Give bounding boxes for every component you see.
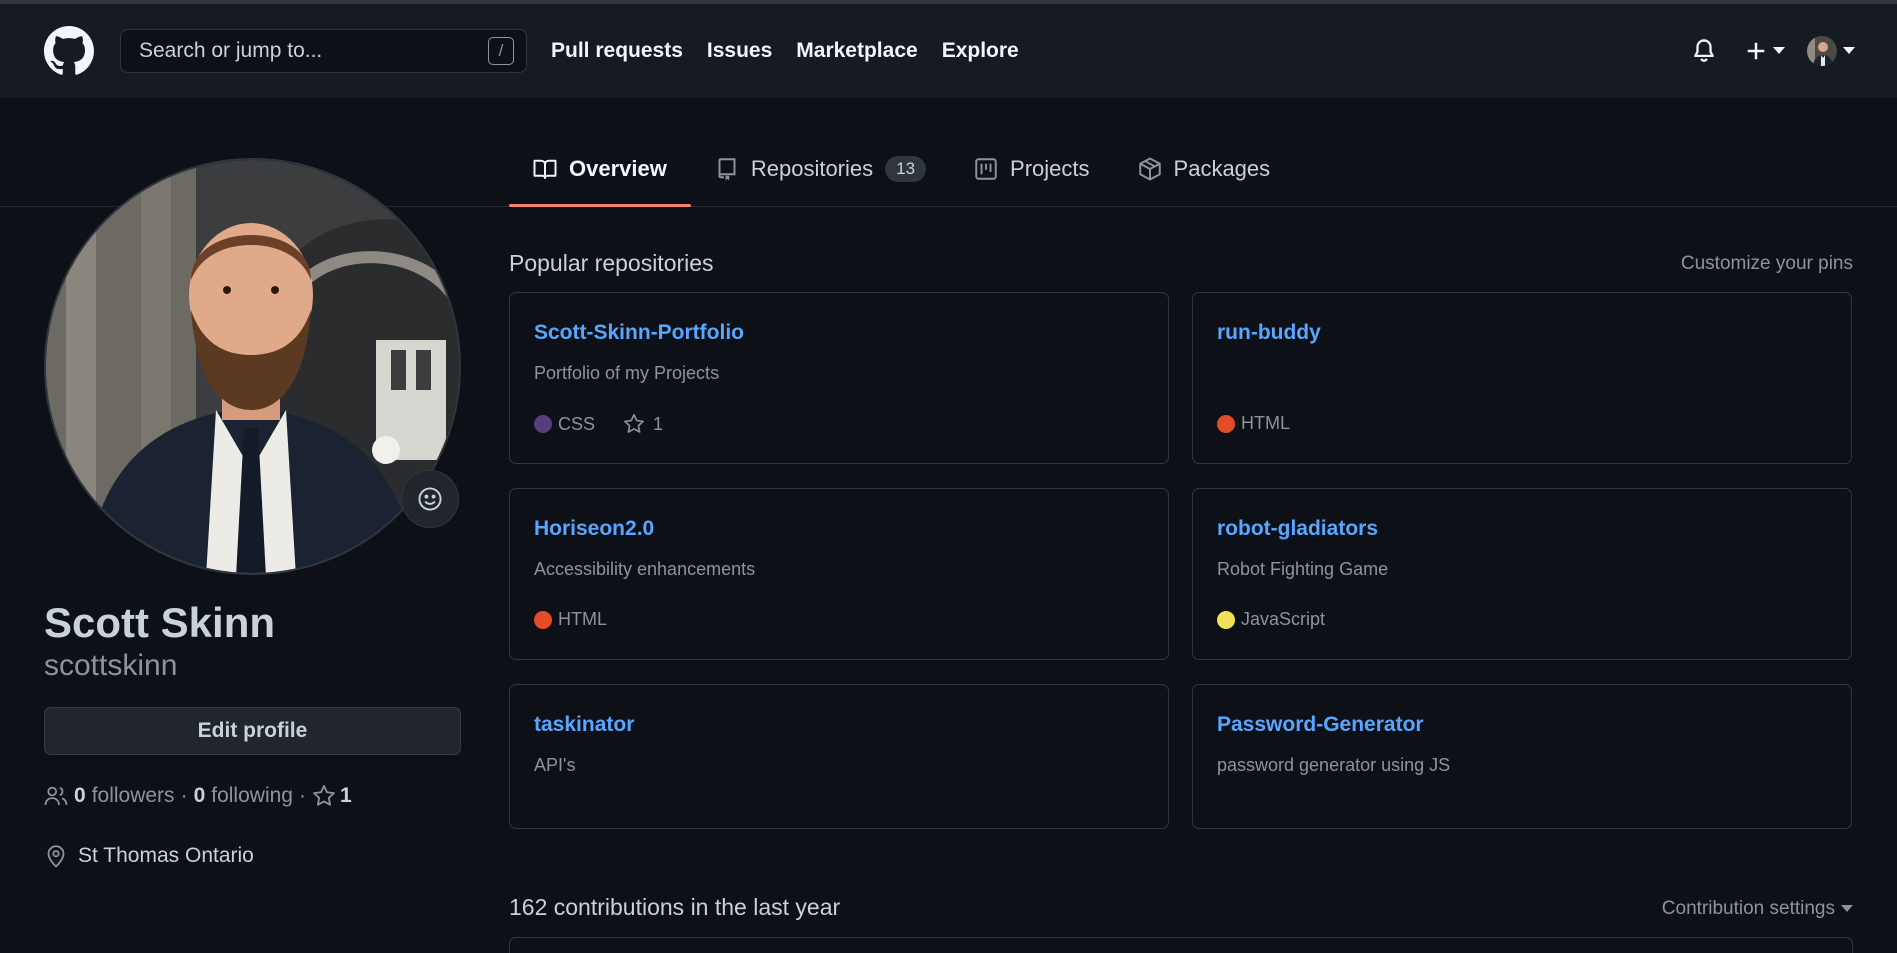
nav-marketplace[interactable]: Marketplace bbox=[796, 39, 917, 63]
stars-count: 1 bbox=[339, 784, 352, 807]
package-icon bbox=[1138, 157, 1161, 180]
location-text: St Thomas Ontario bbox=[78, 844, 254, 867]
repo-description: Portfolio of my Projects bbox=[534, 363, 720, 383]
nav-pull-requests[interactable]: Pull requests bbox=[551, 39, 683, 63]
header-actions bbox=[1691, 4, 1855, 98]
repo-card: Horiseon2.0 Accessibility enhancements H… bbox=[509, 488, 1169, 660]
tab-overview-label: Overview bbox=[569, 155, 667, 181]
repo-meta: CSS 1 bbox=[534, 413, 663, 435]
smiley-icon bbox=[418, 487, 442, 511]
language-color-dot bbox=[1217, 414, 1235, 433]
star-icon bbox=[624, 413, 644, 433]
repo-language: JavaScript bbox=[1241, 609, 1326, 629]
repo-name-link[interactable]: robot-gladiators bbox=[1217, 517, 1378, 541]
repo-card: robot-gladiators Robot Fighting Game Jav… bbox=[1192, 488, 1852, 660]
popular-repos-title: Popular repositories bbox=[509, 250, 714, 276]
edit-profile-button[interactable]: Edit profile bbox=[44, 707, 461, 755]
people-icon bbox=[44, 786, 68, 806]
repo-card: Password-Generator password generator us… bbox=[1192, 684, 1852, 829]
repo-description: Robot Fighting Game bbox=[1217, 559, 1389, 579]
repo-meta: JavaScript bbox=[1217, 609, 1325, 630]
set-status-button[interactable] bbox=[401, 470, 459, 528]
repo-card: run-buddy HTML bbox=[1192, 292, 1852, 464]
separator-dot: · bbox=[298, 784, 306, 807]
following-label: following bbox=[211, 784, 293, 807]
tab-packages[interactable]: Packages bbox=[1114, 150, 1295, 207]
contribution-settings-dropdown[interactable]: Contribution settings bbox=[1662, 898, 1853, 920]
repo-name-link[interactable]: Password-Generator bbox=[1217, 713, 1424, 737]
github-logo-icon[interactable] bbox=[44, 26, 94, 76]
repo-language: CSS bbox=[558, 413, 596, 434]
follow-stats: 0 followers · 0 following · 1 bbox=[44, 783, 358, 809]
repo-description: API's bbox=[534, 755, 576, 775]
repo-description: password generator using JS bbox=[1217, 755, 1451, 775]
repo-stars-link[interactable]: 1 bbox=[623, 413, 663, 435]
followers-link[interactable]: 0 followers bbox=[74, 784, 175, 808]
followers-label: followers bbox=[91, 784, 175, 807]
plus-icon bbox=[1747, 42, 1765, 60]
tab-repositories-label: Repositories bbox=[750, 155, 874, 181]
tab-projects-label: Projects bbox=[1010, 155, 1090, 181]
contributions-title: 162 contributions in the last year bbox=[509, 894, 841, 920]
repo-meta: HTML bbox=[534, 609, 607, 630]
repo-name-link[interactable]: taskinator bbox=[534, 713, 634, 737]
chevron-down-icon bbox=[1773, 47, 1785, 54]
repo-name-link[interactable]: Scott-Skinn-Portfolio bbox=[534, 321, 744, 345]
repo-card: taskinator API's bbox=[509, 684, 1169, 829]
repo-name-link[interactable]: Horiseon2.0 bbox=[534, 517, 654, 541]
following-link[interactable]: 0 following bbox=[194, 784, 293, 808]
following-count: 0 bbox=[193, 784, 206, 807]
customize-pins-link[interactable]: Customize your pins bbox=[1681, 253, 1853, 275]
repo-name-link[interactable]: run-buddy bbox=[1217, 321, 1321, 345]
stars-link[interactable]: 1 bbox=[312, 784, 358, 808]
repo-icon bbox=[718, 157, 736, 180]
separator-dot: · bbox=[180, 784, 188, 807]
repo-language: HTML bbox=[558, 609, 607, 629]
bell-icon[interactable] bbox=[1691, 37, 1717, 65]
language-color-dot bbox=[534, 610, 552, 629]
create-new-dropdown[interactable] bbox=[1745, 40, 1785, 62]
repo-description: Accessibility enhancements bbox=[534, 559, 756, 579]
tab-packages-label: Packages bbox=[1173, 155, 1271, 181]
contribution-settings-label: Contribution settings bbox=[1661, 898, 1835, 919]
nav-issues[interactable]: Issues bbox=[707, 39, 772, 63]
repo-card: Scott-Skinn-Portfolio Portfolio of my Pr… bbox=[509, 292, 1169, 464]
global-header: Search or jump to... / Pull requests Iss… bbox=[0, 0, 1897, 98]
repo-meta: HTML bbox=[1217, 413, 1290, 434]
tab-overview[interactable]: Overview bbox=[509, 150, 691, 207]
project-icon bbox=[975, 157, 997, 180]
profile-tabs: Overview Repositories 13 Projects Packag… bbox=[509, 150, 1294, 207]
repositories-count-badge: 13 bbox=[885, 155, 927, 182]
star-icon bbox=[313, 785, 335, 806]
search-placeholder: Search or jump to... bbox=[139, 39, 323, 62]
chevron-down-icon bbox=[1843, 47, 1855, 54]
avatar bbox=[1807, 36, 1837, 66]
profile-avatar[interactable] bbox=[44, 158, 461, 575]
repo-stars-count: 1 bbox=[653, 413, 664, 434]
repo-language: HTML bbox=[1241, 413, 1290, 433]
book-icon bbox=[533, 159, 557, 179]
location-pin-icon bbox=[47, 845, 65, 868]
language-color-dot bbox=[534, 415, 552, 433]
profile-username: scottskinn bbox=[44, 649, 178, 682]
chevron-down-icon bbox=[1841, 905, 1853, 912]
user-menu-dropdown[interactable] bbox=[1807, 36, 1855, 66]
profile-full-name: Scott Skinn bbox=[44, 599, 276, 646]
search-input[interactable]: Search or jump to... / bbox=[120, 29, 527, 73]
search-shortcut-badge: / bbox=[488, 37, 514, 65]
tab-repositories[interactable]: Repositories 13 bbox=[691, 150, 950, 207]
tab-projects[interactable]: Projects bbox=[950, 150, 1113, 207]
contribution-graph bbox=[509, 937, 1853, 953]
followers-count: 0 bbox=[74, 784, 86, 807]
language-color-dot bbox=[1217, 610, 1235, 629]
profile-location: St Thomas Ontario bbox=[44, 844, 254, 868]
nav-explore[interactable]: Explore bbox=[942, 39, 1019, 63]
